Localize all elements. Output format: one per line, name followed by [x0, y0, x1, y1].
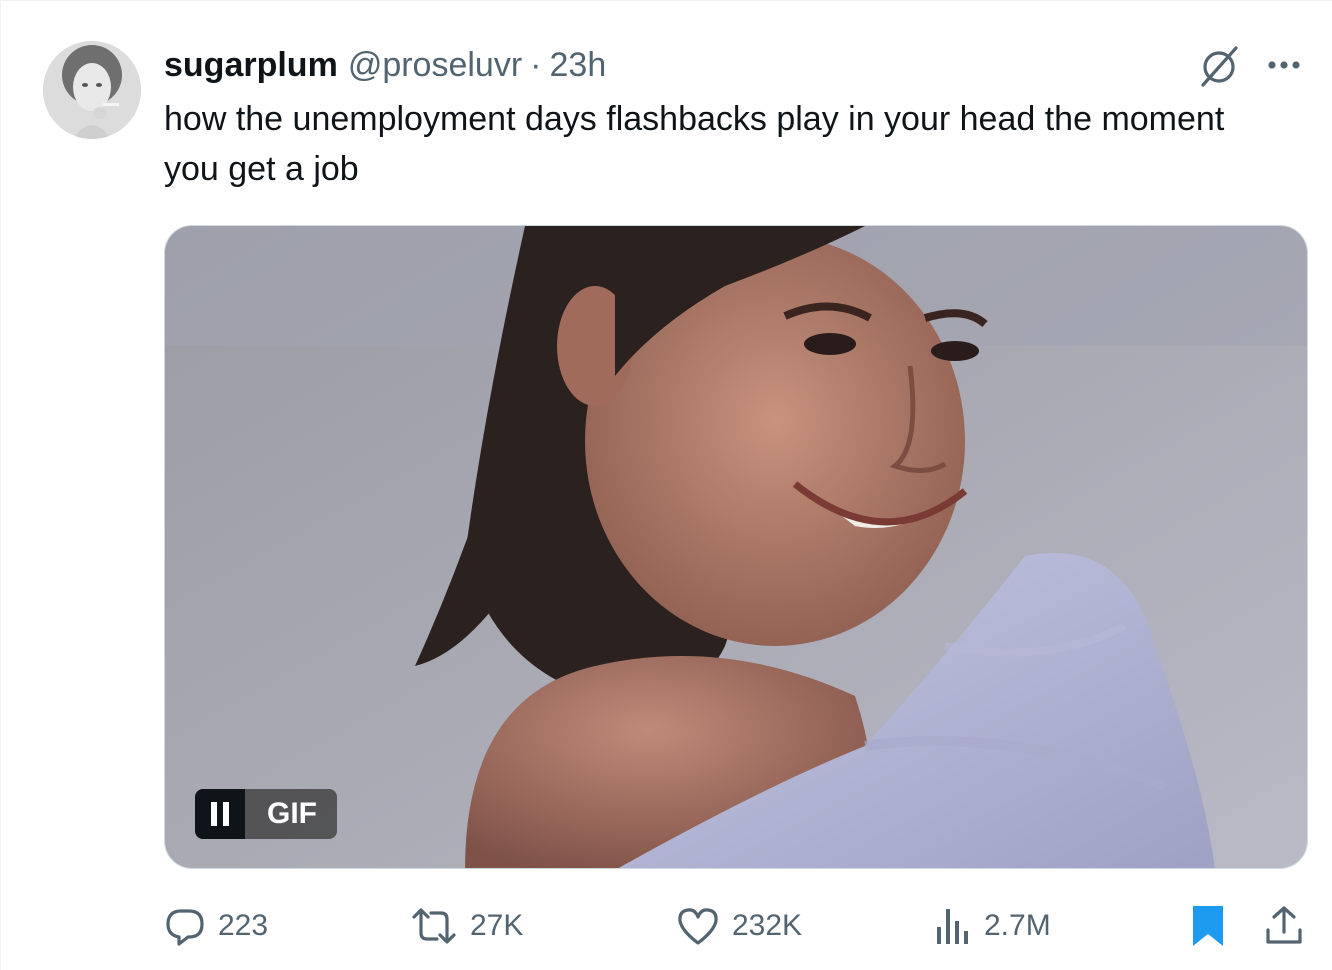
like-count: 232K	[732, 909, 803, 942]
views-button[interactable]: 2.7M	[934, 896, 1051, 956]
repost-icon	[410, 905, 458, 947]
more-options-icon[interactable]	[1259, 45, 1309, 85]
avatar[interactable]	[43, 41, 141, 139]
share-icon	[1264, 904, 1304, 948]
like-icon	[676, 905, 720, 947]
reply-count: 223	[218, 909, 269, 942]
reply-button[interactable]: 223	[164, 896, 268, 956]
reply-icon	[164, 905, 206, 947]
grok-icon[interactable]	[1196, 43, 1242, 89]
gif-label: GIF	[245, 789, 337, 839]
gif-frame-image	[165, 226, 1307, 868]
views-count: 2.7M	[984, 909, 1051, 942]
gif-badge[interactable]: GIF	[195, 789, 337, 839]
tweet-actions-bar: 223 27K 232K 2.7M	[164, 896, 1308, 956]
pause-icon[interactable]	[195, 789, 245, 839]
like-button[interactable]: 232K	[676, 896, 802, 956]
tweet-header: sugarplum @proseluvr · 23h	[164, 41, 606, 89]
timestamp[interactable]: 23h	[550, 46, 607, 85]
share-button[interactable]	[1264, 896, 1304, 956]
bookmark-button[interactable]	[1190, 896, 1226, 956]
tweet-card[interactable]: sugarplum @proseluvr · 23h how the unemp…	[0, 0, 1332, 970]
tweet-text: how the unemployment days flashbacks pla…	[164, 100, 1225, 188]
repost-count: 27K	[470, 909, 524, 942]
separator-dot: ·	[530, 45, 542, 84]
display-name[interactable]: sugarplum	[164, 46, 338, 85]
views-icon	[934, 905, 972, 947]
repost-button[interactable]: 27K	[410, 896, 523, 956]
bookmark-icon	[1190, 904, 1226, 948]
user-handle[interactable]: @proseluvr	[348, 46, 522, 85]
tweet-media-gif[interactable]: GIF	[164, 225, 1308, 869]
